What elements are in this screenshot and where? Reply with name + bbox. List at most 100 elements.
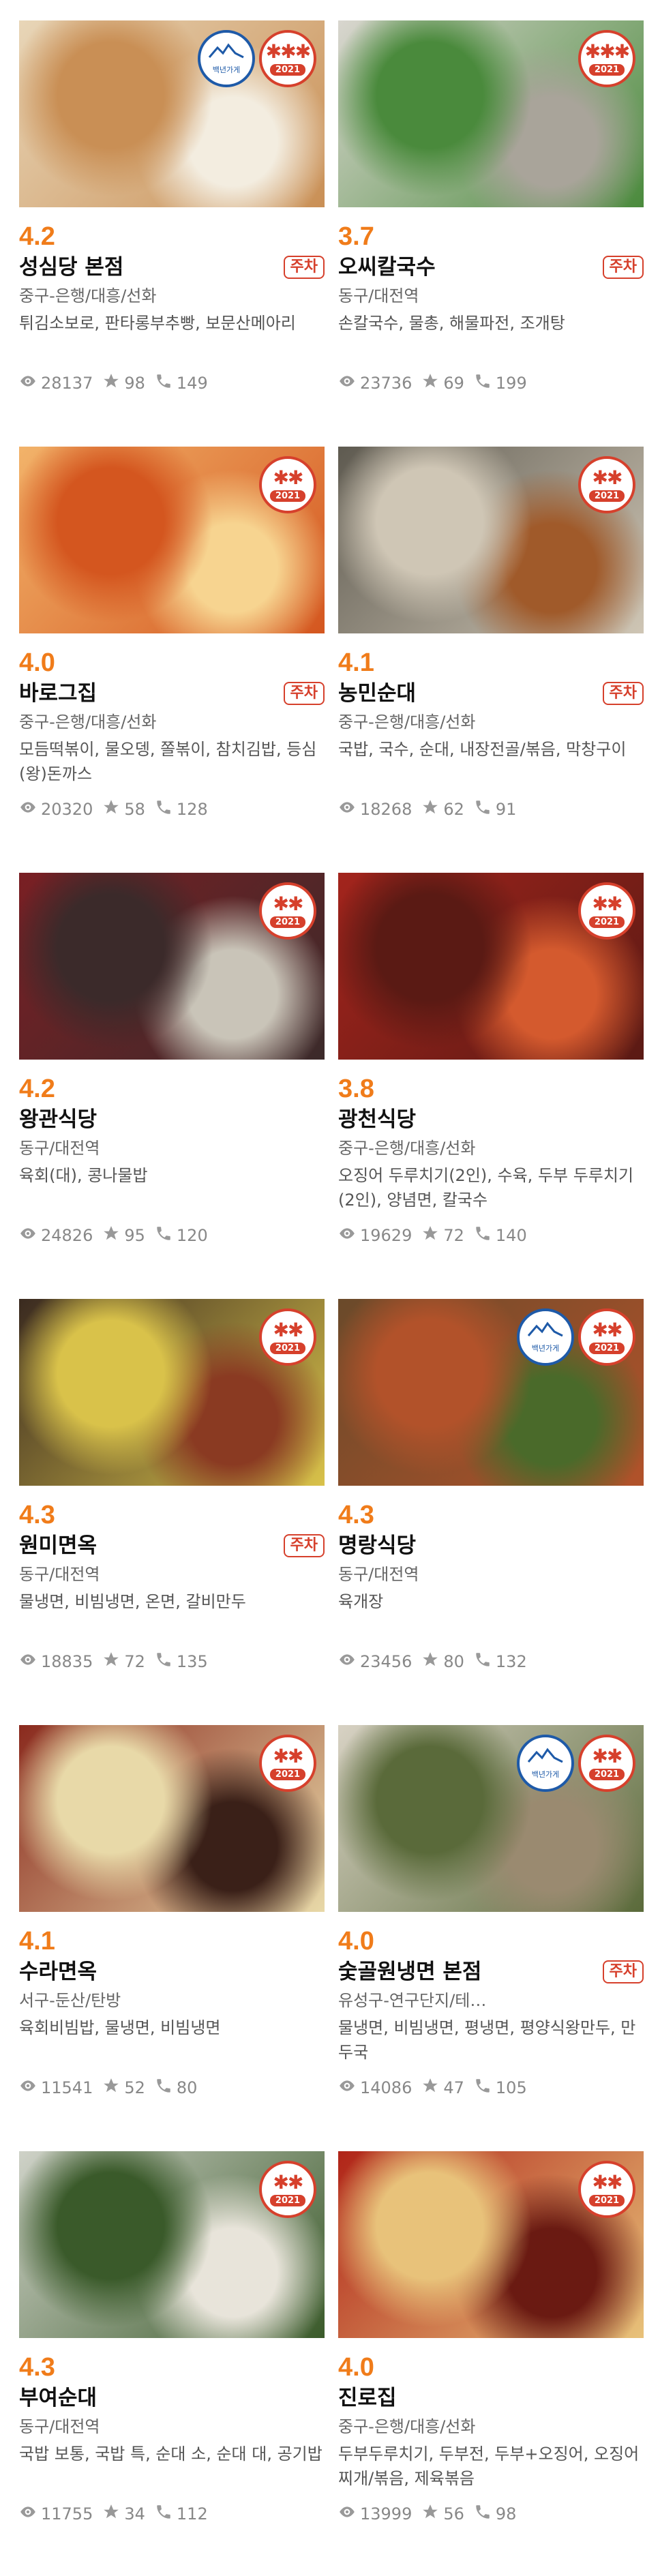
view-count: 13999 <box>360 2504 412 2523</box>
restaurant-photo[interactable]: ✱✱ 2021 <box>338 447 644 633</box>
restaurant-photo[interactable]: ✱✱ 2021 <box>19 1725 325 1912</box>
parking-badge: 주차 <box>602 682 644 705</box>
favorite-count: 72 <box>443 1226 464 1245</box>
restaurant-photo[interactable]: ✱✱ 2021 <box>19 447 325 633</box>
call-count: 91 <box>495 800 517 819</box>
rating-score: 4.1 <box>19 1927 55 1956</box>
rating-badge: ✱✱ 2021 <box>578 2161 635 2218</box>
restaurant-name[interactable]: 부여순대 <box>19 2384 97 2412</box>
rating-score: 4.2 <box>19 222 55 251</box>
phone-icon <box>474 2077 492 2099</box>
call-count: 140 <box>495 1226 527 1245</box>
restaurant-name[interactable]: 오씨칼국수 <box>338 254 436 281</box>
restaurant-name[interactable]: 왕관식당 <box>19 1106 97 1133</box>
rating-score: 4.0 <box>19 648 55 677</box>
rating-score: 3.7 <box>338 222 374 251</box>
restaurant-photo[interactable]: 백년가게 ✱✱ 2021 <box>338 1725 644 1912</box>
restaurant-name[interactable]: 성심당 본점 <box>19 254 123 281</box>
hundred-year-store-badge: 백년가게 <box>198 30 255 87</box>
star-icon <box>421 798 439 820</box>
favorite-count: 95 <box>124 1226 145 1245</box>
badge-stars: ✱✱ <box>592 466 623 489</box>
favorite-count: 58 <box>124 800 145 819</box>
wave-icon <box>208 43 244 59</box>
badge-year: 2021 <box>269 1768 306 1780</box>
restaurant-photo[interactable]: 백년가게 ✱✱✱ 2021 <box>19 20 325 207</box>
call-count: 135 <box>176 1652 208 1671</box>
phone-icon <box>474 1651 492 1673</box>
rating-score: 4.0 <box>338 1927 374 1956</box>
view-count: 24826 <box>41 1226 93 1245</box>
restaurant-card[interactable]: ✱✱ 2021 3.8 광천식당 중구-은행/대흥/선화 오징어 두루치기(2인… <box>338 873 644 1255</box>
badge-year: 2021 <box>269 2194 306 2206</box>
star-icon <box>421 2503 439 2525</box>
view-count: 11755 <box>41 2504 93 2523</box>
badge-stars: ✱✱ <box>273 466 304 489</box>
restaurant-menu: 오징어 두루치기(2인), 수육, 두부 두루치기(2인), 양념면, 칼국수 <box>338 1166 634 1210</box>
restaurant-name[interactable]: 원미면옥 <box>19 1532 97 1559</box>
phone-icon <box>474 798 492 820</box>
restaurant-card[interactable]: 백년가게 ✱✱✱ 2021 4.2 성심당 본점 주차 중구-은행/대흥/선화 … <box>19 20 325 402</box>
phone-icon <box>474 2503 492 2525</box>
stats-row: 23456 80 132 <box>338 1651 644 1673</box>
favorite-count: 72 <box>124 1652 145 1671</box>
restaurant-photo[interactable]: ✱✱✱ 2021 <box>338 20 644 207</box>
restaurant-card[interactable]: ✱✱ 2021 4.3 부여순대 동구/대전역 국밥 보통, 국밥 특, 순대 … <box>19 2151 325 2533</box>
restaurant-location: 동구/대전역 <box>338 1565 419 1584</box>
favorite-count: 69 <box>443 374 464 393</box>
phone-icon <box>155 2503 172 2525</box>
badge-year: 2021 <box>588 490 625 502</box>
badge-year: 2021 <box>588 2194 625 2206</box>
restaurant-photo[interactable]: 백년가게 ✱✱ 2021 <box>338 1299 644 1486</box>
badge-year: 2021 <box>269 1342 306 1354</box>
restaurant-photo[interactable]: ✱✱ 2021 <box>19 1299 325 1486</box>
view-count: 18835 <box>41 1652 93 1671</box>
restaurant-card[interactable]: ✱✱ 2021 4.2 왕관식당 동구/대전역 육회(대), 콩나물밥 2482… <box>19 873 325 1255</box>
eye-icon <box>19 2077 37 2099</box>
call-count: 98 <box>495 2504 517 2523</box>
restaurant-photo[interactable]: ✱✱ 2021 <box>338 2151 644 2338</box>
badge-stars: ✱✱ <box>592 892 623 915</box>
eye-icon <box>19 1651 37 1673</box>
favorite-count: 52 <box>124 2078 145 2097</box>
rating-badge: ✱✱ 2021 <box>578 1308 635 1366</box>
restaurant-name[interactable]: 진로집 <box>338 2384 397 2412</box>
rating-badge: ✱✱ 2021 <box>259 456 316 513</box>
restaurant-name[interactable]: 바로그집 <box>19 680 97 707</box>
restaurant-name[interactable]: 명랑식당 <box>338 1532 416 1559</box>
restaurant-photo[interactable]: ✱✱ 2021 <box>19 873 325 1060</box>
restaurant-card[interactable]: ✱✱ 2021 4.1 수라면옥 서구-둔산/탄방 육회비빔밥, 물냉면, 비빔… <box>19 1725 325 2107</box>
restaurant-menu: 튀김소보로, 판타롱부추빵, 보문산메아리 <box>19 314 296 333</box>
restaurant-location: 중구-은행/대흥/선화 <box>338 2417 476 2436</box>
restaurant-card[interactable]: ✱✱ 2021 4.0 진로집 중구-은행/대흥/선화 두부두루치기, 두부전,… <box>338 2151 644 2533</box>
favorite-count: 34 <box>124 2504 145 2523</box>
rating-badge: ✱✱ 2021 <box>259 1735 316 1792</box>
call-count: 128 <box>176 800 208 819</box>
rating-badge: ✱✱ 2021 <box>259 882 316 940</box>
badge-stars: ✱✱ <box>592 1744 623 1767</box>
restaurant-name[interactable]: 농민순대 <box>338 680 416 707</box>
restaurant-menu: 국밥 보통, 국밥 특, 순대 소, 순대 대, 공기밥 <box>19 2444 322 2463</box>
restaurant-card[interactable]: ✱✱ 2021 4.3 원미면옥 주차 동구/대전역 물냉면, 비빔냉면, 온면… <box>19 1299 325 1681</box>
badge-stars: ✱✱ <box>273 892 304 915</box>
restaurant-card[interactable]: ✱✱ 2021 4.1 농민순대 주차 중구-은행/대흥/선화 국밥, 국수, … <box>338 447 644 828</box>
restaurant-location: 중구-은행/대흥/선화 <box>19 286 157 305</box>
restaurant-card[interactable]: 백년가게 ✱✱ 2021 4.0 숯골원냉면 본점 주차 유성구-연구단지/테…… <box>338 1725 644 2107</box>
restaurant-card[interactable]: ✱✱✱ 2021 3.7 오씨칼국수 주차 동구/대전역 손칼국수, 물총, 해… <box>338 20 644 402</box>
restaurant-name[interactable]: 숯골원냉면 본점 <box>338 1958 481 1986</box>
restaurant-card[interactable]: 백년가게 ✱✱ 2021 4.3 명랑식당 동구/대전역 육개장 23456 8… <box>338 1299 644 1681</box>
restaurant-photo[interactable]: ✱✱ 2021 <box>338 873 644 1060</box>
parking-badge: 주차 <box>602 256 644 279</box>
rating-score: 4.2 <box>19 1075 55 1103</box>
badge-stars: ✱✱ <box>273 1318 304 1341</box>
restaurant-name[interactable]: 광천식당 <box>338 1106 416 1133</box>
restaurant-grid: 백년가게 ✱✱✱ 2021 4.2 성심당 본점 주차 중구-은행/대흥/선화 … <box>0 0 660 2576</box>
restaurant-photo[interactable]: ✱✱ 2021 <box>19 2151 325 2338</box>
restaurant-name[interactable]: 수라면옥 <box>19 1958 97 1986</box>
eye-icon <box>338 798 356 820</box>
view-count: 23456 <box>360 1652 412 1671</box>
star-icon <box>102 798 120 820</box>
restaurant-menu: 육개장 <box>338 1592 384 1611</box>
restaurant-card[interactable]: ✱✱ 2021 4.0 바로그집 주차 중구-은행/대흥/선화 모듬떡볶이, 물… <box>19 447 325 828</box>
phone-icon <box>155 798 172 820</box>
